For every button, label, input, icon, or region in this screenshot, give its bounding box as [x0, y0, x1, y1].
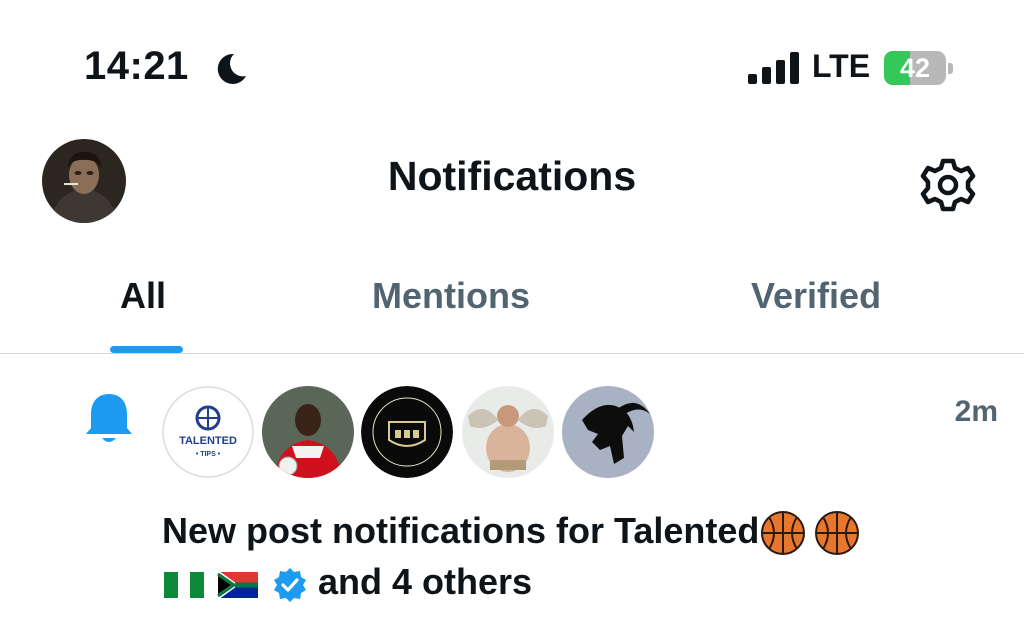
- south-africa-flag-icon: [217, 570, 258, 600]
- status-time: 14:21: [84, 44, 189, 88]
- battery-icon: 42: [884, 51, 956, 85]
- bell-icon: [86, 394, 132, 442]
- verified-badge-icon: [274, 567, 306, 602]
- network-type: LTE: [812, 48, 871, 84]
- signal-icon: [748, 52, 799, 84]
- avatar-goat-logo[interactable]: [562, 386, 654, 478]
- talented-tips-subtext: • TIPS •: [196, 451, 221, 458]
- active-tab-indicator: [110, 346, 183, 353]
- avatar-football-player[interactable]: [262, 386, 354, 478]
- tab-verified[interactable]: Verified: [751, 275, 881, 317]
- battery-level: 42: [899, 53, 931, 83]
- moon-icon: [217, 53, 246, 84]
- tab-all[interactable]: All: [120, 275, 166, 317]
- divider: [0, 353, 1024, 354]
- gear-icon[interactable]: [918, 155, 978, 215]
- avatar-talented-tips[interactable]: TALENTED • TIPS •: [162, 386, 254, 478]
- avatar-angel-figure[interactable]: [462, 386, 554, 478]
- notification-text-others: and 4 others: [318, 561, 533, 603]
- basketball-icon: [761, 511, 806, 556]
- notification-text[interactable]: New post notifications for Talented and …: [162, 506, 982, 607]
- page-title: Notifications: [387, 153, 637, 199]
- nigeria-flag-icon: [164, 571, 204, 598]
- notification-text-main: New post notifications for Talented: [162, 510, 760, 551]
- talented-tips-text: TALENTED: [179, 435, 237, 447]
- avatar-crest-logo[interactable]: [361, 386, 453, 478]
- notification-time: 2m: [954, 395, 998, 428]
- tab-mentions[interactable]: Mentions: [372, 275, 530, 317]
- basketball-icon: [815, 511, 860, 556]
